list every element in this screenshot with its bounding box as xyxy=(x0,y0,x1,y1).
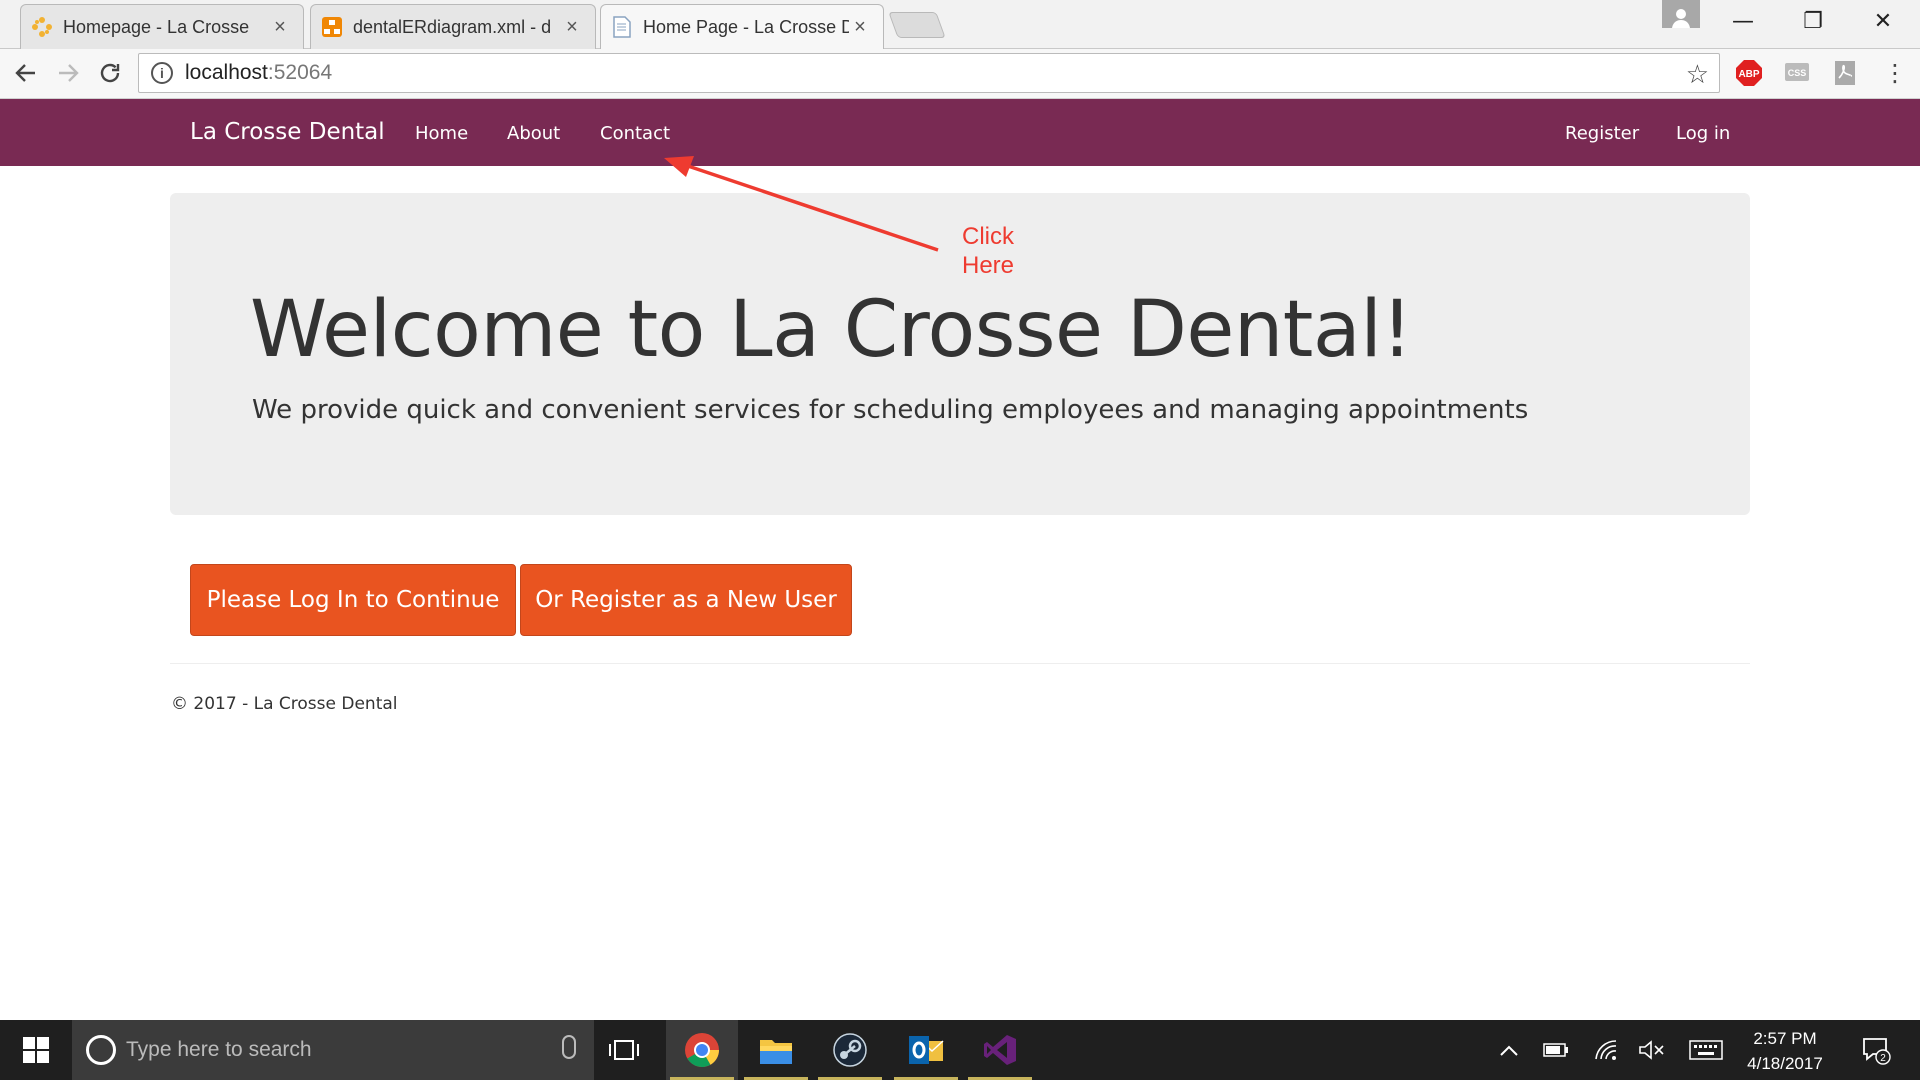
microphone-icon[interactable] xyxy=(562,1035,576,1059)
brand-link[interactable]: La Crosse Dental xyxy=(190,119,385,145)
windows-taskbar: Type here to search 2:57 PM 4/18/2017 2 xyxy=(0,1020,1920,1080)
keyboard-icon[interactable] xyxy=(1684,1020,1728,1080)
pdf-icon[interactable] xyxy=(1830,58,1860,88)
file-explorer-icon[interactable] xyxy=(740,1020,812,1080)
action-center-icon[interactable]: 2 xyxy=(1852,1020,1900,1080)
browser-tab-diagram[interactable]: dentalERdiagram.xml - d × xyxy=(310,4,596,49)
forward-arrow-icon[interactable] xyxy=(50,55,86,91)
site-info-icon[interactable]: i xyxy=(151,62,173,84)
chrome-icon[interactable] xyxy=(666,1020,738,1080)
visual-studio-icon[interactable] xyxy=(964,1020,1036,1080)
css-icon[interactable]: CSS xyxy=(1782,58,1812,88)
bookmark-star-icon[interactable]: ☆ xyxy=(1686,59,1709,90)
tab-title: Homepage - La Crosse xyxy=(63,16,250,37)
tab-title: Home Page - La Crosse D xyxy=(643,16,849,37)
restore-icon[interactable]: ❐ xyxy=(1778,0,1848,42)
browser-tab-strip: Homepage - La Crosse × dentalERdiagram.x… xyxy=(0,0,1920,49)
outlook-icon[interactable] xyxy=(890,1020,962,1080)
url-host: localhost xyxy=(185,61,268,84)
nav-link-contact[interactable]: Contact xyxy=(600,123,670,144)
browser-tab-home-page[interactable]: Home Page - La Crosse D × xyxy=(600,4,884,49)
hero-jumbotron: Welcome to La Crosse Dental! We provide … xyxy=(170,193,1750,515)
close-window-icon[interactable]: ✕ xyxy=(1848,0,1918,42)
cortana-icon[interactable] xyxy=(86,1035,116,1065)
speaker-muted-icon[interactable] xyxy=(1632,1020,1672,1080)
url-port: :52064 xyxy=(267,61,333,84)
minimize-icon[interactable]: — xyxy=(1708,0,1778,42)
document-favicon-icon xyxy=(611,16,633,38)
svg-text:ABP: ABP xyxy=(1738,69,1759,80)
steam-icon[interactable] xyxy=(814,1020,886,1080)
footer-copyright: © 2017 - La Crosse Dental xyxy=(171,694,398,714)
tab-close-icon[interactable]: × xyxy=(269,16,291,39)
site-navbar: La Crosse Dental Home About Contact Regi… xyxy=(0,99,1920,166)
task-view-icon[interactable] xyxy=(588,1020,660,1080)
address-bar[interactable]: i localhost:52064 ☆ xyxy=(138,53,1720,93)
tab-close-icon[interactable]: × xyxy=(849,16,871,39)
nav-link-register[interactable]: Register xyxy=(1565,123,1639,144)
back-arrow-icon[interactable] xyxy=(8,55,44,91)
reload-icon[interactable] xyxy=(92,55,128,91)
adblock-icon[interactable]: ABP xyxy=(1734,58,1764,88)
taskbar-clock[interactable]: 2:57 PM 4/18/2017 xyxy=(1730,1026,1840,1076)
hero-subtext: We provide quick and convenient services… xyxy=(252,395,1529,425)
hero-heading: Welcome to La Crosse Dental! xyxy=(250,285,1413,375)
footer-divider xyxy=(170,663,1750,664)
sparkle-favicon-icon xyxy=(31,16,53,38)
wifi-icon[interactable] xyxy=(1586,1020,1626,1080)
annotation-line-2: Here xyxy=(962,252,1015,279)
tab-close-icon[interactable]: × xyxy=(561,16,583,39)
svg-text:CSS: CSS xyxy=(1788,68,1807,78)
annotation-line-1: Click xyxy=(962,223,1014,250)
show-hidden-icons-icon[interactable] xyxy=(1492,1020,1526,1080)
clock-time: 2:57 PM xyxy=(1753,1029,1817,1048)
annotation-text: Click Here xyxy=(962,222,1014,280)
register-button[interactable]: Or Register as a New User xyxy=(520,564,852,636)
tab-title: dentalERdiagram.xml - d xyxy=(353,16,552,37)
clock-date: 4/18/2017 xyxy=(1747,1054,1823,1073)
taskbar-search-box[interactable]: Type here to search xyxy=(72,1020,594,1080)
new-tab-button[interactable] xyxy=(888,12,946,38)
windows-start-icon[interactable] xyxy=(0,1020,72,1080)
nav-link-about[interactable]: About xyxy=(507,123,560,144)
search-placeholder: Type here to search xyxy=(126,1038,312,1061)
menu-icon[interactable]: ⋮ xyxy=(1880,58,1910,88)
drawio-favicon-icon xyxy=(321,16,343,38)
browser-toolbar: i localhost:52064 ☆ ABP CSS ⋮ xyxy=(0,49,1920,99)
profile-avatar-icon[interactable] xyxy=(1662,0,1700,28)
nav-link-login[interactable]: Log in xyxy=(1676,123,1730,144)
notification-count: 2 xyxy=(1880,1053,1886,1064)
nav-link-home[interactable]: Home xyxy=(415,123,468,144)
login-button[interactable]: Please Log In to Continue xyxy=(190,564,516,636)
battery-icon[interactable] xyxy=(1536,1020,1576,1080)
browser-tab-homepage[interactable]: Homepage - La Crosse × xyxy=(20,4,304,49)
